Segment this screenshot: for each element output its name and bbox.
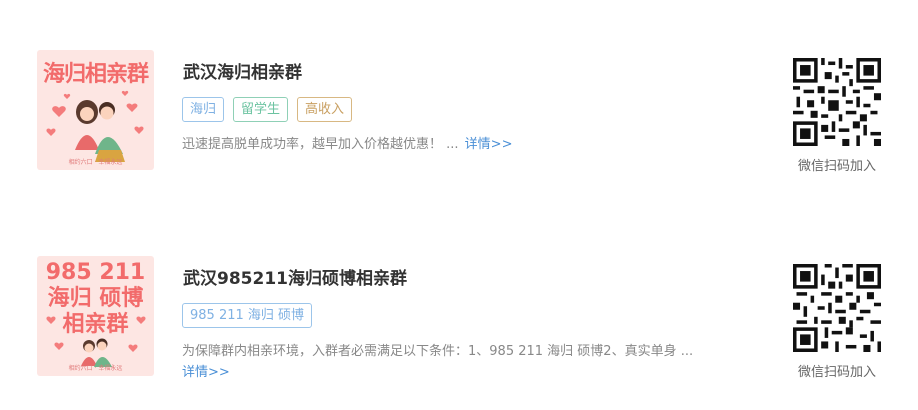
group-poster-image[interactable]: 985 211 海归 硕博 相亲群 相约六口 · 幸福永远 <box>37 256 154 376</box>
tag-list: 海归 留学生 高收入 <box>182 97 353 122</box>
qr-label: 微信扫码加入 <box>797 365 876 380</box>
group-card: 海归相亲群 相约六口 · 幸福永远 武汉海归相亲群 海归 留学生 高收入 迅速提… <box>0 40 918 190</box>
details-link[interactable]: 详情>> <box>465 137 513 152</box>
poster-title-line: 海归 硕博 <box>47 286 144 311</box>
qr-code-icon <box>793 264 881 352</box>
poster-caption: 相约六口 · 幸福永远 <box>68 159 123 166</box>
qr-code-icon <box>793 58 881 146</box>
tag-badge: 高收入 <box>297 97 353 122</box>
tag-badge: 海归 <box>182 97 225 122</box>
group-title[interactable]: 武汉985211海归硕博相亲群 <box>183 264 407 289</box>
tag-badge: 留学生 <box>233 97 289 122</box>
group-card: 985 211 海归 硕博 相亲群 相约六口 · 幸福永远 武汉985211海归… <box>0 246 918 396</box>
qr-label: 微信扫码加入 <box>797 159 876 174</box>
poster-title-line: 985 211 <box>45 260 146 285</box>
details-link[interactable]: 详情>> <box>182 365 230 380</box>
tag-badge: 985 211 海归 硕博 <box>182 303 313 328</box>
group-poster-image[interactable]: 海归相亲群 相约六口 · 幸福永远 <box>37 50 154 170</box>
tag-list: 985 211 海归 硕博 <box>182 303 313 328</box>
poster-title-line: 相亲群 <box>62 312 129 337</box>
group-title[interactable]: 武汉海归相亲群 <box>183 58 302 83</box>
group-description: 为保障群内相亲环境，入群者必需满足以下条件：1、985 211 海归 硕博2、真… <box>182 341 742 383</box>
description-text: 迅速提高脱单成功率，越早加入价格越优惠！ ... <box>182 137 459 152</box>
description-text: 为保障群内相亲环境，入群者必需满足以下条件：1、985 211 海归 硕博2、真… <box>182 344 694 359</box>
group-description: 迅速提高脱单成功率，越早加入价格越优惠！ ... 详情>> <box>182 134 742 155</box>
poster-caption: 相约六口 · 幸福永远 <box>68 365 123 372</box>
poster-title: 海归相亲群 <box>42 62 149 87</box>
